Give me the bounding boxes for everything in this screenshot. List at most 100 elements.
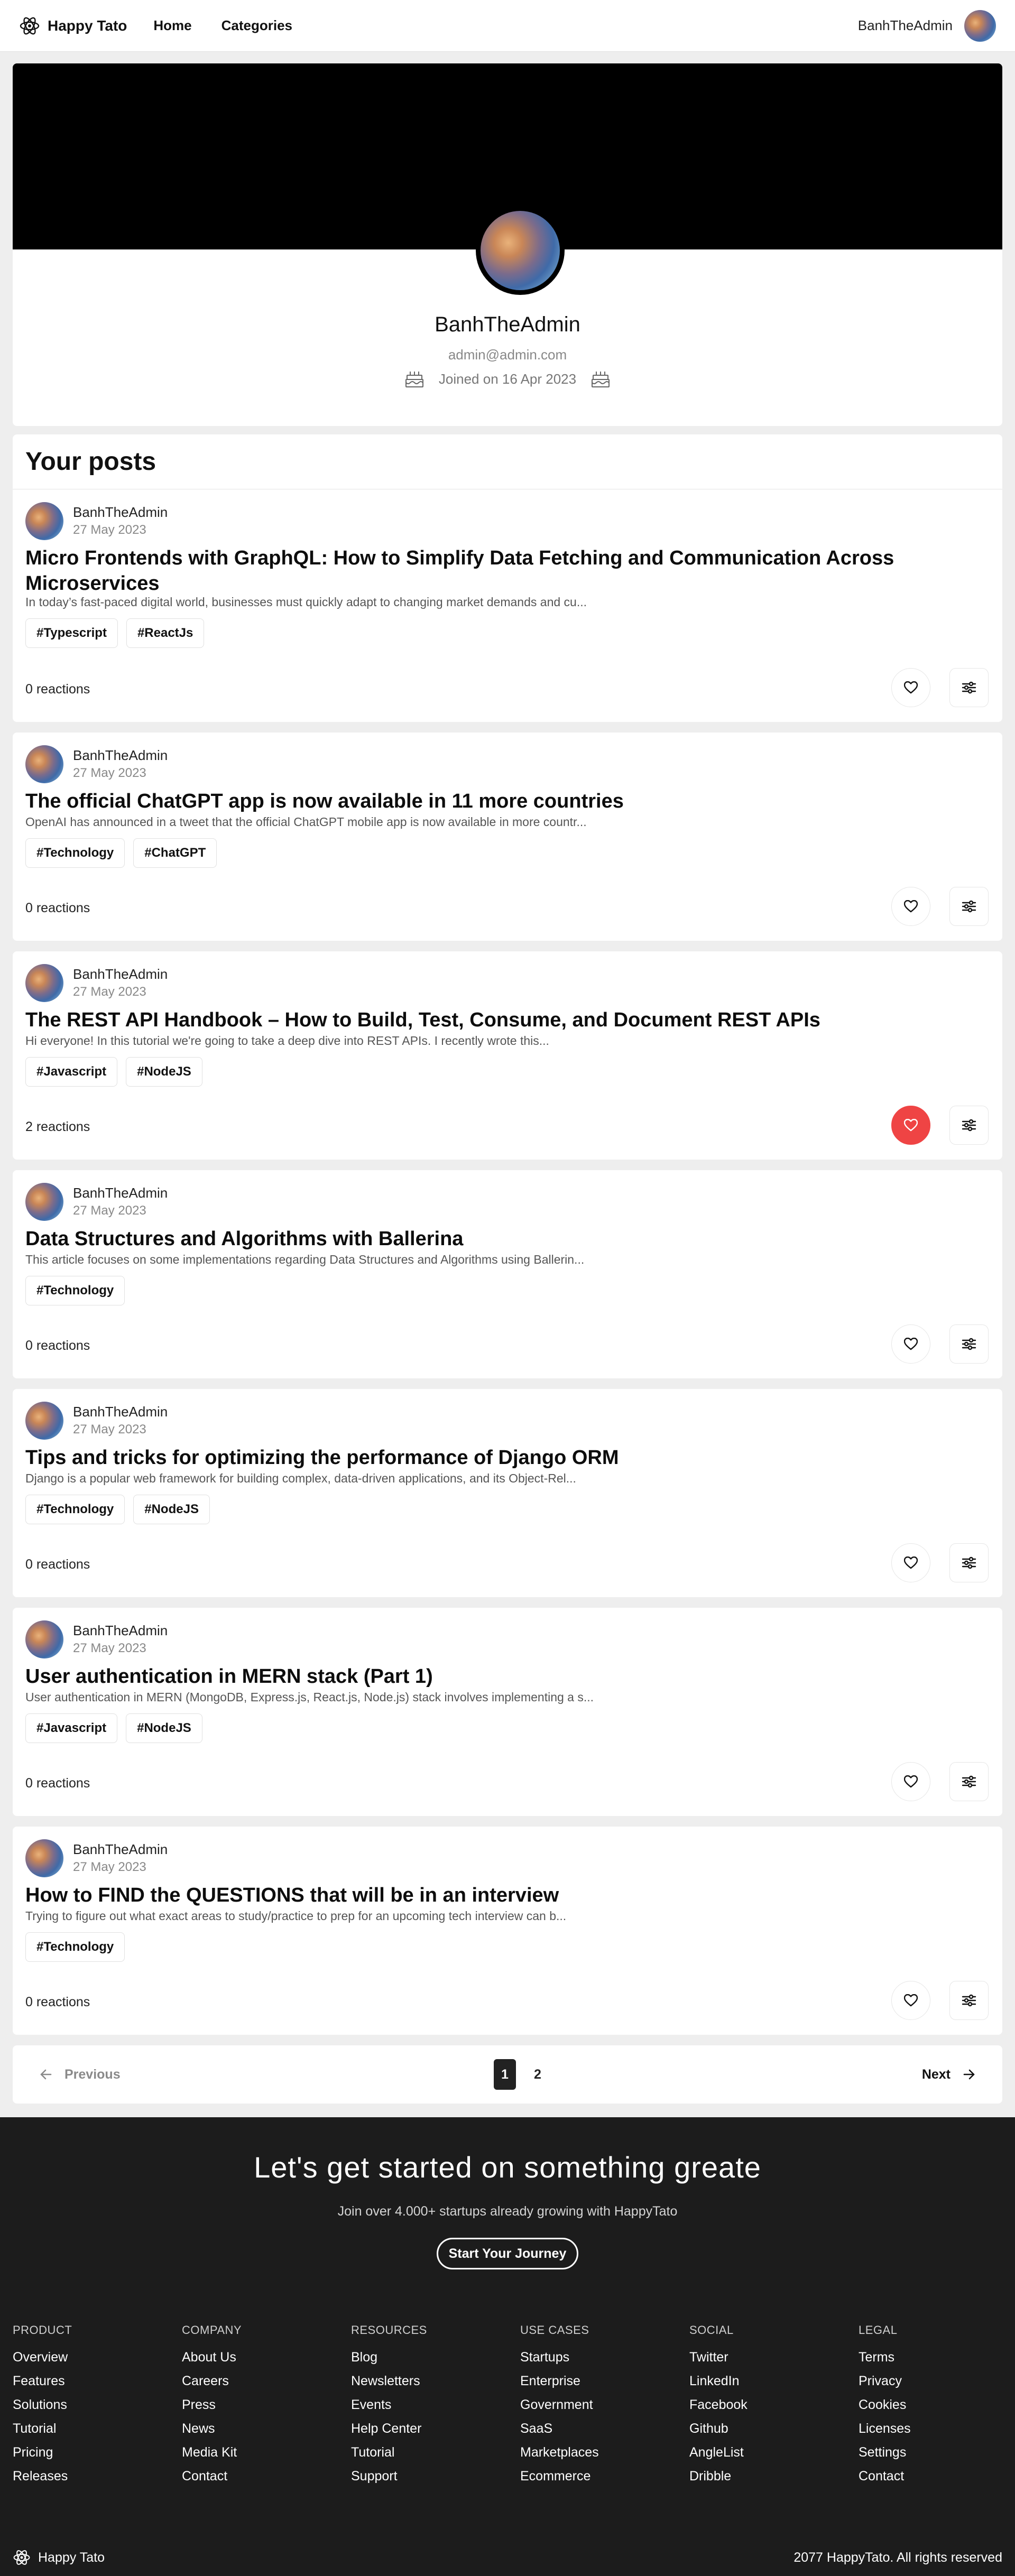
post-tag[interactable]: #NodeJS xyxy=(133,1495,210,1524)
post-card[interactable]: BanhTheAdmin 27 May 2023 How to FIND the… xyxy=(13,1827,1002,2035)
post-card[interactable]: BanhTheAdmin 27 May 2023 Tips and tricks… xyxy=(13,1389,1002,1597)
post-tag[interactable]: #Technology xyxy=(25,1495,125,1524)
footer-link[interactable]: Releases xyxy=(13,2464,182,2488)
footer-link[interactable]: Enterprise xyxy=(520,2369,689,2393)
options-button[interactable] xyxy=(949,1324,989,1364)
author-avatar[interactable] xyxy=(25,1183,63,1221)
footer-link[interactable]: Media Kit xyxy=(182,2441,351,2464)
footer-link[interactable]: About Us xyxy=(182,2346,351,2369)
footer-link[interactable]: Press xyxy=(182,2393,351,2417)
footer-link[interactable]: Events xyxy=(351,2393,520,2417)
footer-link[interactable]: Facebook xyxy=(689,2393,859,2417)
user-avatar[interactable] xyxy=(964,10,996,42)
post-tag[interactable]: #NodeJS xyxy=(126,1713,202,1743)
footer-link[interactable]: Features xyxy=(13,2369,182,2393)
footer-link[interactable]: Tutorial xyxy=(13,2417,182,2441)
footer-link[interactable]: Contact xyxy=(859,2464,1015,2488)
nav-categories-link[interactable]: Categories xyxy=(222,17,292,34)
post-card[interactable]: BanhTheAdmin 27 May 2023 Micro Frontends… xyxy=(13,489,1002,722)
author-name[interactable]: BanhTheAdmin xyxy=(73,1621,168,1639)
like-button[interactable] xyxy=(891,887,930,926)
footer-link[interactable]: Government xyxy=(520,2393,689,2417)
options-button[interactable] xyxy=(949,1106,989,1145)
next-page-button[interactable]: Next xyxy=(922,2067,976,2082)
author-avatar[interactable] xyxy=(25,1402,63,1440)
like-button[interactable] xyxy=(891,668,930,707)
author-avatar[interactable] xyxy=(25,964,63,1002)
like-button[interactable] xyxy=(891,1324,930,1364)
post-title[interactable]: The REST API Handbook – How to Build, Te… xyxy=(25,1007,924,1033)
author-name[interactable]: BanhTheAdmin xyxy=(73,1840,168,1858)
post-title[interactable]: User authentication in MERN stack (Part … xyxy=(25,1664,924,1689)
previous-page-button[interactable]: Previous xyxy=(39,2067,121,2082)
footer-link[interactable]: Terms xyxy=(859,2346,1015,2369)
post-title[interactable]: Micro Frontends with GraphQL: How to Sim… xyxy=(25,545,924,596)
nav-username[interactable]: BanhTheAdmin xyxy=(858,17,953,34)
footer-link[interactable]: Help Center xyxy=(351,2417,520,2441)
post-tag[interactable]: #Technology xyxy=(25,1932,125,1962)
post-card[interactable]: BanhTheAdmin 27 May 2023 User authentica… xyxy=(13,1608,1002,1816)
post-tag[interactable]: #Javascript xyxy=(25,1713,118,1743)
footer-link[interactable]: Cookies xyxy=(859,2393,1015,2417)
options-button[interactable] xyxy=(949,1981,989,2020)
options-button[interactable] xyxy=(949,668,989,707)
footer-link[interactable]: Github xyxy=(689,2417,859,2441)
start-journey-button[interactable]: Start Your Journey xyxy=(436,2238,579,2269)
footer-link[interactable]: News xyxy=(182,2417,351,2441)
page-number-1[interactable]: 1 xyxy=(494,2059,516,2090)
author-name[interactable]: BanhTheAdmin xyxy=(73,746,168,764)
post-tag[interactable]: #ChatGPT xyxy=(133,838,217,868)
author-name[interactable]: BanhTheAdmin xyxy=(73,1184,168,1202)
post-tag[interactable]: #ReactJs xyxy=(126,618,205,648)
footer-link[interactable]: Ecommerce xyxy=(520,2464,689,2488)
footer-link[interactable]: Startups xyxy=(520,2346,689,2369)
post-card[interactable]: BanhTheAdmin 27 May 2023 Data Structures… xyxy=(13,1170,1002,1378)
footer-link[interactable]: Privacy xyxy=(859,2369,1015,2393)
post-tag[interactable]: #Technology xyxy=(25,1276,125,1305)
author-avatar[interactable] xyxy=(25,1839,63,1877)
post-tag[interactable]: #Javascript xyxy=(25,1057,118,1087)
post-title[interactable]: How to FIND the QUESTIONS that will be i… xyxy=(25,1883,924,1908)
footer-link[interactable]: Twitter xyxy=(689,2346,859,2369)
like-button[interactable] xyxy=(891,1981,930,2020)
footer-link[interactable]: Settings xyxy=(859,2441,1015,2464)
post-card[interactable]: BanhTheAdmin 27 May 2023 The REST API Ha… xyxy=(13,951,1002,1160)
footer-link[interactable]: Newsletters xyxy=(351,2369,520,2393)
footer-link[interactable]: Marketplaces xyxy=(520,2441,689,2464)
author-name[interactable]: BanhTheAdmin xyxy=(73,1403,168,1421)
author-name[interactable]: BanhTheAdmin xyxy=(73,965,168,983)
brand-link[interactable]: Happy Tato xyxy=(19,15,127,36)
footer-link[interactable]: Careers xyxy=(182,2369,351,2393)
author-name[interactable]: BanhTheAdmin xyxy=(73,503,168,521)
footer-brand[interactable]: Happy Tato xyxy=(13,2549,105,2566)
footer-link[interactable]: Tutorial xyxy=(351,2441,520,2464)
author-avatar[interactable] xyxy=(25,745,63,783)
post-tag[interactable]: #Technology xyxy=(25,838,125,868)
options-button[interactable] xyxy=(949,887,989,926)
footer-link[interactable]: Support xyxy=(351,2464,520,2488)
footer-link[interactable]: Licenses xyxy=(859,2417,1015,2441)
author-avatar[interactable] xyxy=(25,1620,63,1658)
footer-link[interactable]: Dribble xyxy=(689,2464,859,2488)
post-title[interactable]: The official ChatGPT app is now availabl… xyxy=(25,789,924,814)
post-title[interactable]: Data Structures and Algorithms with Ball… xyxy=(25,1226,924,1252)
footer-link[interactable]: LinkedIn xyxy=(689,2369,859,2393)
post-tag[interactable]: #NodeJS xyxy=(126,1057,202,1087)
footer-link[interactable]: SaaS xyxy=(520,2417,689,2441)
footer-link[interactable]: Pricing xyxy=(13,2441,182,2464)
like-button[interactable] xyxy=(891,1106,930,1145)
like-button[interactable] xyxy=(891,1543,930,1582)
footer-link[interactable]: Solutions xyxy=(13,2393,182,2417)
footer-link[interactable]: Blog xyxy=(351,2346,520,2369)
post-tag[interactable]: #Typescript xyxy=(25,618,118,648)
author-avatar[interactable] xyxy=(25,502,63,540)
footer-link[interactable]: Overview xyxy=(13,2346,182,2369)
nav-home-link[interactable]: Home xyxy=(153,17,191,34)
page-number-2[interactable]: 2 xyxy=(527,2059,549,2090)
options-button[interactable] xyxy=(949,1762,989,1801)
footer-link[interactable]: AngleList xyxy=(689,2441,859,2464)
post-title[interactable]: Tips and tricks for optimizing the perfo… xyxy=(25,1445,924,1470)
options-button[interactable] xyxy=(949,1543,989,1582)
like-button[interactable] xyxy=(891,1762,930,1801)
footer-link[interactable]: Contact xyxy=(182,2464,351,2488)
